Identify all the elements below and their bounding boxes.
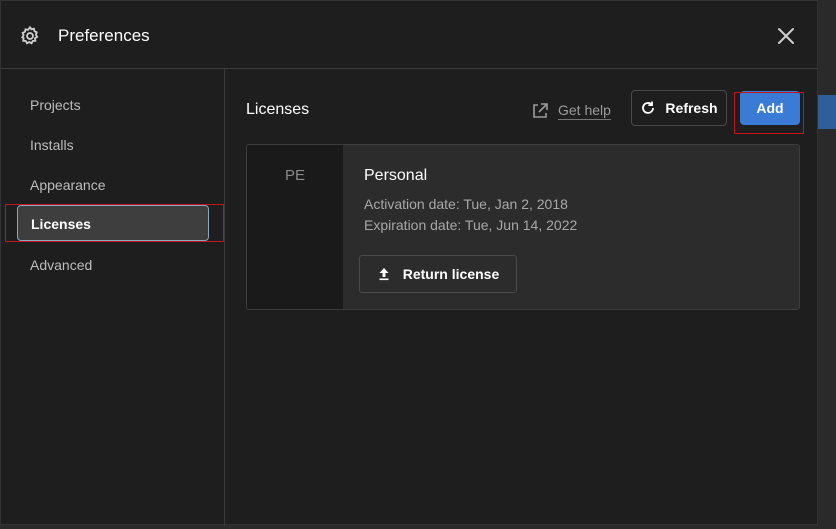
refresh-icon (642, 101, 655, 114)
expiration-date: Expiration date: Tue, Jun 14, 2022 (364, 217, 578, 233)
license-abbr: PE (284, 167, 305, 184)
sidebar-item-advanced[interactable]: Advanced (17, 247, 209, 283)
license-badge: PE (247, 145, 343, 309)
licenses-panel: Licenses Get help Refresh Add PE Persona… (226, 69, 819, 526)
add-button[interactable]: Add (740, 91, 800, 125)
close-icon[interactable] (773, 23, 799, 49)
sidebar-item-appearance[interactable]: Appearance (17, 167, 209, 203)
upload-icon (379, 268, 389, 281)
license-name: Personal (364, 167, 428, 184)
dialog-title: Preferences (58, 26, 150, 45)
refresh-label: Refresh (665, 100, 718, 116)
gear-icon (21, 25, 39, 45)
license-card: PE Personal Activation date: Tue, Jan 2,… (246, 144, 800, 310)
refresh-button[interactable]: Refresh (631, 90, 727, 126)
get-help-link[interactable]: Get help (531, 99, 611, 123)
sidebar-item-installs[interactable]: Installs (17, 127, 209, 163)
return-license-label: Return license (402, 266, 500, 282)
section-title: Licenses (246, 101, 310, 118)
sidebar: Projects Installs Appearance Licenses Ad… (1, 69, 225, 526)
sidebar-item-licenses[interactable]: Licenses (17, 205, 209, 241)
preferences-dialog: Preferences Projects Installs Appearance… (0, 0, 819, 526)
external-link-icon (533, 103, 548, 118)
sidebar-item-projects[interactable]: Projects (17, 87, 209, 123)
activation-date: Activation date: Tue, Jan 2, 2018 (364, 196, 568, 212)
get-help-label: Get help (558, 102, 611, 120)
background-button (818, 95, 836, 129)
dialog-header: Preferences (1, 1, 817, 69)
return-license-button[interactable]: Return license (359, 255, 517, 293)
background-app (818, 0, 836, 529)
